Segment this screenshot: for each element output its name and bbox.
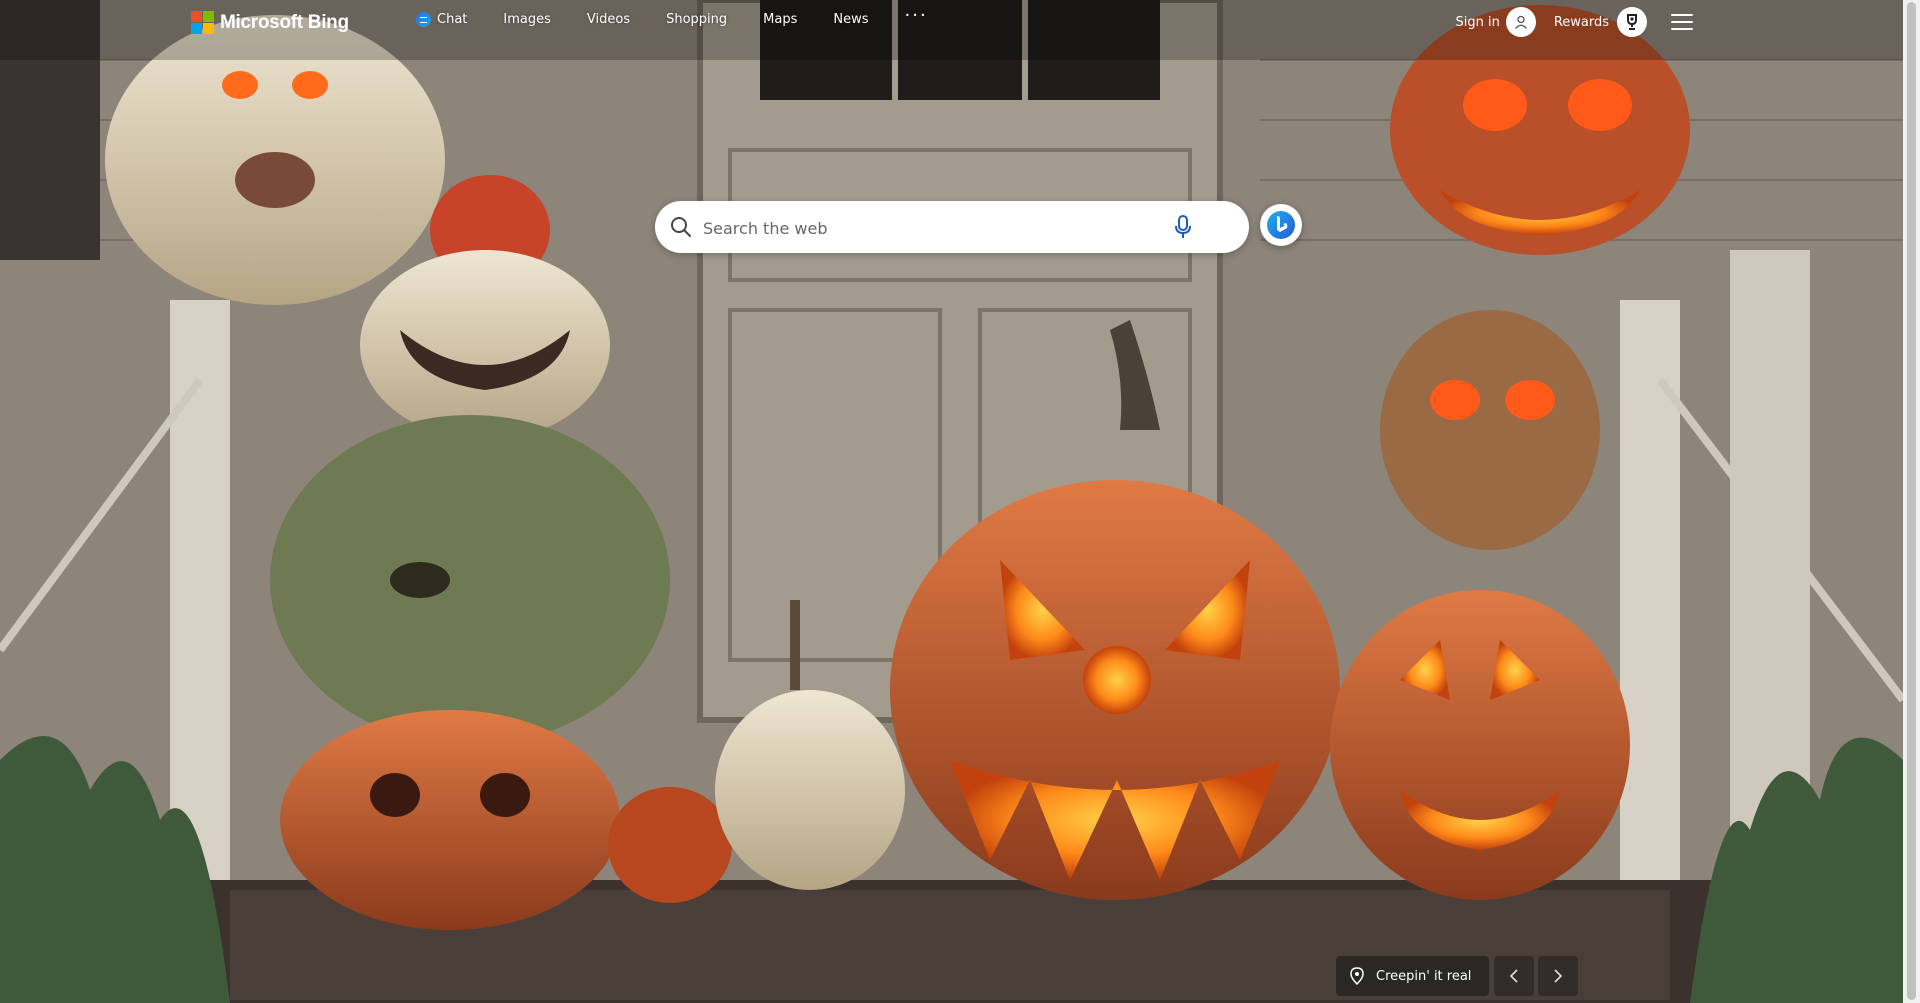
nav-news-label: News xyxy=(833,12,869,27)
nav-chat[interactable]: Chat xyxy=(416,12,467,27)
microphone-icon[interactable] xyxy=(1173,214,1193,244)
nav-shopping[interactable]: Shopping xyxy=(666,12,727,27)
scrollbar-thumb[interactable] xyxy=(1907,2,1916,1000)
top-header: Microsoft Bing Chat Images Videos Shoppi… xyxy=(0,0,1903,46)
location-pin-icon xyxy=(1350,967,1364,985)
background-image xyxy=(0,0,1903,1003)
hamburger-icon[interactable] xyxy=(1671,14,1693,30)
chevron-left-icon xyxy=(1509,969,1518,983)
previous-image-button[interactable] xyxy=(1494,956,1534,996)
rewards-label: Rewards xyxy=(1553,14,1609,30)
user-icon xyxy=(1505,7,1536,37)
nav-videos[interactable]: Videos xyxy=(587,12,630,27)
bing-logo[interactable]: Microsoft Bing xyxy=(191,11,349,34)
search-icon[interactable] xyxy=(669,215,693,243)
search-box xyxy=(655,201,1249,253)
account-area: Sign in Rewards xyxy=(1455,7,1693,37)
image-caption[interactable]: Creepin' it real xyxy=(1336,956,1490,996)
microsoft-logo-icon xyxy=(191,11,214,34)
page-scrollbar[interactable] xyxy=(1903,0,1920,1003)
nav-videos-label: Videos xyxy=(586,12,631,27)
next-image-button[interactable] xyxy=(1538,956,1578,996)
chat-icon xyxy=(416,12,431,27)
more-menu-button[interactable]: ··· xyxy=(905,5,928,26)
caption-text: Creepin' it real xyxy=(1376,968,1472,984)
rewards-button[interactable]: Rewards xyxy=(1554,7,1647,37)
sign-in-label: Sign in xyxy=(1455,14,1500,30)
chevron-right-icon xyxy=(1554,969,1563,983)
nav-shopping-label: Shopping xyxy=(666,12,728,27)
nav-images-label: Images xyxy=(503,12,551,27)
brand-name: Microsoft Bing xyxy=(220,11,349,33)
nav-chat-label: Chat xyxy=(437,12,468,27)
trophy-icon xyxy=(1617,7,1647,37)
nav-images[interactable]: Images xyxy=(503,12,551,27)
sign-in-button[interactable]: Sign in xyxy=(1455,7,1536,37)
main-nav: Chat Images Videos Shopping Maps News ··… xyxy=(416,5,928,27)
bing-copilot-icon[interactable] xyxy=(1260,204,1302,246)
nav-maps[interactable]: Maps xyxy=(763,12,797,27)
nav-maps-label: Maps xyxy=(763,12,798,27)
search-input[interactable] xyxy=(701,211,1145,245)
nav-news[interactable]: News xyxy=(833,12,868,27)
